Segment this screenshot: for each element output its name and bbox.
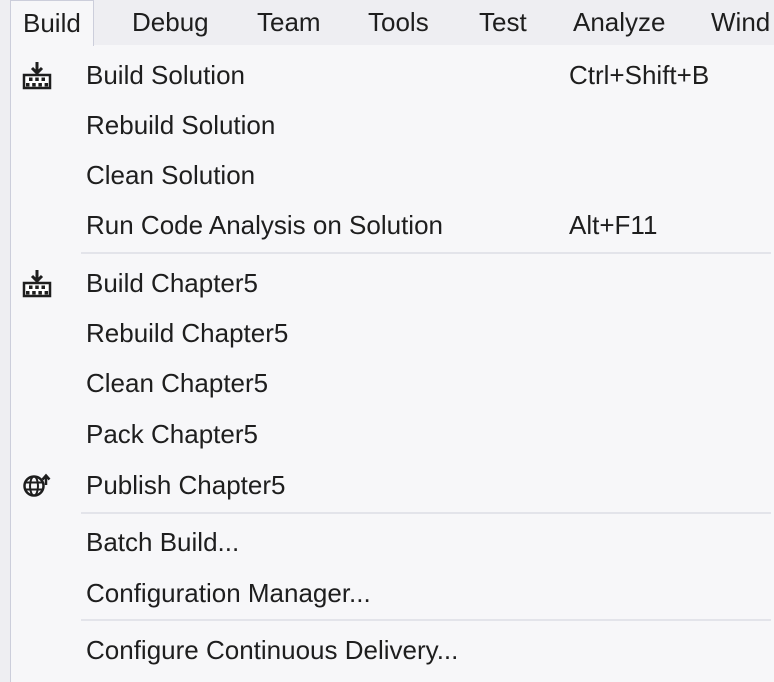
menu-item-label: Configuration Manager... bbox=[86, 578, 371, 608]
menu-separator bbox=[81, 512, 771, 514]
menu-item-run-code-analysis[interactable]: Run Code Analysis on Solution Alt+F11 bbox=[11, 200, 774, 250]
menu-tools[interactable]: Tools bbox=[354, 0, 443, 46]
menu-item-label: Build Solution bbox=[86, 60, 245, 90]
menu-item-label: Build Chapter5 bbox=[86, 268, 258, 298]
menu-item-configuration-manager[interactable]: Configuration Manager... bbox=[11, 568, 774, 618]
menu-debug[interactable]: Debug bbox=[118, 0, 223, 46]
build-menu-dropdown: Build Solution Ctrl+Shift+B Rebuild Solu… bbox=[10, 45, 774, 682]
menu-item-publish-project[interactable]: Publish Chapter5 bbox=[11, 460, 774, 510]
menu-item-rebuild-project[interactable]: Rebuild Chapter5 bbox=[11, 308, 774, 358]
menu-item-label: Publish Chapter5 bbox=[86, 470, 286, 500]
menu-item-label: Configure Continuous Delivery... bbox=[86, 635, 459, 665]
publish-globe-icon bbox=[21, 470, 53, 500]
menu-team[interactable]: Team bbox=[243, 0, 335, 46]
menu-item-label: Rebuild Solution bbox=[86, 110, 276, 140]
menu-item-label: Run Code Analysis on Solution bbox=[86, 210, 444, 240]
menu-item-batch-build[interactable]: Batch Build... bbox=[11, 517, 774, 567]
menu-build[interactable]: Build bbox=[10, 0, 94, 46]
menu-item-label: Clean Solution bbox=[86, 160, 256, 190]
menu-item-label: Pack Chapter5 bbox=[86, 419, 258, 449]
menu-window[interactable]: Wind bbox=[697, 0, 774, 46]
menu-item-label: Clean Chapter5 bbox=[86, 368, 269, 398]
menu-item-shortcut: Alt+F11 bbox=[569, 210, 658, 240]
build-icon bbox=[21, 268, 53, 298]
menu-item-rebuild-solution[interactable]: Rebuild Solution bbox=[11, 100, 774, 150]
menu-test[interactable]: Test bbox=[465, 0, 541, 46]
menu-bar: Build Debug Team Tools Test Analyze Wind bbox=[0, 0, 774, 46]
menu-item-label: Rebuild Chapter5 bbox=[86, 318, 289, 348]
background-panel bbox=[0, 46, 10, 682]
menu-separator bbox=[81, 619, 771, 621]
menu-item-clean-project[interactable]: Clean Chapter5 bbox=[11, 358, 774, 408]
menu-item-shortcut: Ctrl+Shift+B bbox=[569, 60, 710, 90]
build-icon bbox=[21, 60, 53, 90]
menu-analyze[interactable]: Analyze bbox=[559, 0, 680, 46]
menu-item-pack-project[interactable]: Pack Chapter5 bbox=[11, 409, 774, 459]
menu-item-configure-continuous-delivery[interactable]: Configure Continuous Delivery... bbox=[11, 625, 774, 675]
menu-item-label: Batch Build... bbox=[86, 527, 240, 557]
menu-item-build-project[interactable]: Build Chapter5 bbox=[11, 258, 774, 308]
menu-item-build-solution[interactable]: Build Solution Ctrl+Shift+B bbox=[11, 50, 774, 100]
menu-item-clean-solution[interactable]: Clean Solution bbox=[11, 150, 774, 200]
menu-separator bbox=[81, 252, 771, 254]
